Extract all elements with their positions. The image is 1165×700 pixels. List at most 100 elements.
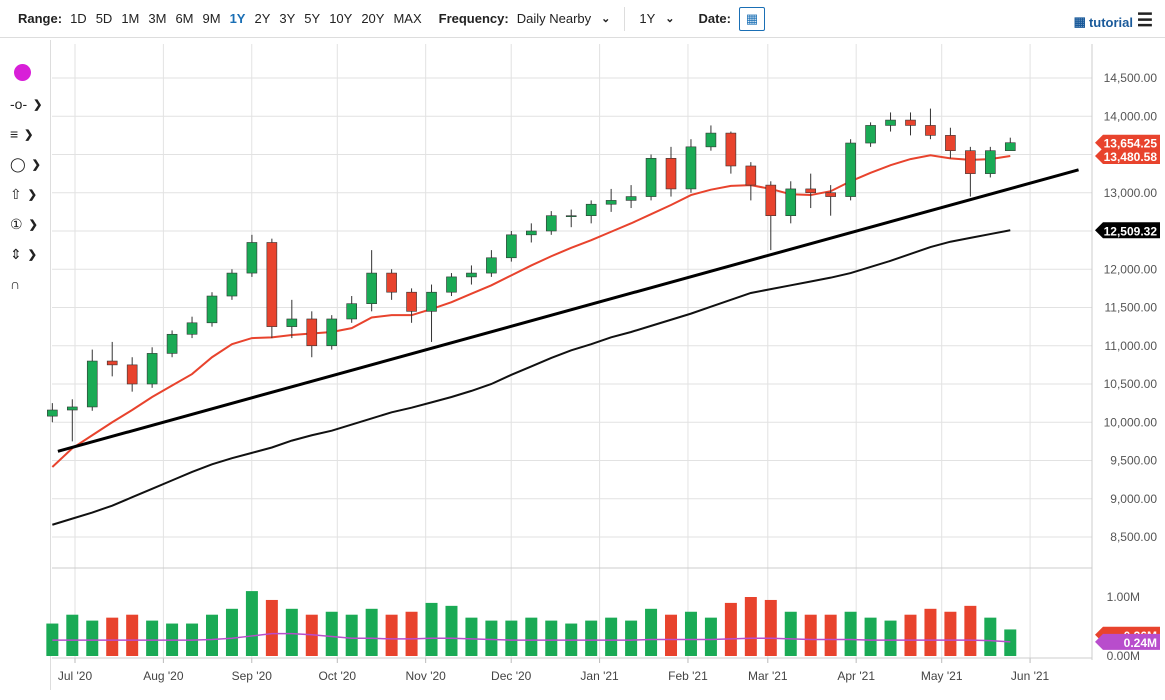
candle (126, 357, 138, 392)
candle-body (506, 234, 517, 259)
y-tick-label: 9,000.00 (1110, 492, 1157, 506)
candle (106, 341, 118, 377)
ma200-tag-text: 12,509.32 (1104, 224, 1158, 238)
candle (565, 209, 577, 228)
candle (965, 146, 976, 197)
y-tick-label: 8,500.00 (1110, 530, 1157, 544)
last-price-tag-text: 13,654.25 (1104, 137, 1158, 151)
candle-body (945, 135, 956, 151)
candle (486, 250, 497, 277)
candle-body (785, 188, 797, 217)
candle-body (545, 215, 557, 232)
y-tick-label: 10,000.00 (1104, 415, 1158, 429)
x-tick-label: Feb '21 (668, 669, 708, 683)
volume-bar (445, 605, 458, 656)
volume-bar (545, 620, 558, 656)
volume-bar (884, 620, 897, 656)
volume-bar (904, 614, 917, 656)
candle-body (685, 146, 697, 190)
candle (705, 125, 717, 151)
candle-body (805, 188, 817, 194)
candle (506, 231, 517, 262)
candle-body (1004, 142, 1016, 151)
candle (226, 269, 238, 300)
volume-bar (385, 614, 398, 656)
y-tick-label: 14,500.00 (1104, 71, 1158, 85)
ma200-tag: 12,509.32 (1095, 222, 1160, 239)
candle-body (106, 360, 118, 366)
candle-body (725, 132, 737, 167)
candle-body (645, 158, 657, 197)
volume-bar (984, 617, 997, 656)
volume-bar (924, 608, 937, 656)
candle-body (605, 200, 617, 205)
price-chart[interactable]: 14,500.0014,000.0013,500.0013,000.0012,5… (0, 0, 1165, 700)
candle-body (565, 215, 577, 217)
volume-bar (505, 620, 518, 656)
candle-body (66, 406, 78, 411)
volume-bar (205, 614, 218, 656)
candle-body (865, 125, 876, 144)
x-tick-label: Mar '21 (748, 669, 788, 683)
x-tick-label: Aug '20 (143, 669, 184, 683)
volume-bar (126, 614, 139, 656)
candle (86, 349, 98, 411)
candle (785, 181, 797, 224)
candle-body (705, 132, 717, 148)
volume-bar (405, 611, 418, 656)
candle-body (426, 291, 437, 312)
candle (186, 316, 198, 339)
candle-body (326, 318, 338, 347)
candle-body (47, 409, 58, 417)
candle (625, 185, 637, 209)
candle (745, 162, 757, 201)
candle (865, 122, 876, 147)
x-tick-label: Jul '20 (58, 669, 93, 683)
candle-body (985, 150, 996, 174)
volume-bar (525, 617, 538, 656)
volume-bar (365, 608, 378, 656)
volume-bar (585, 620, 598, 656)
candle (845, 139, 856, 201)
volume-bar (225, 608, 238, 656)
candle-body (825, 192, 836, 197)
candle-body (745, 165, 757, 186)
candle-body (446, 276, 457, 293)
candle (645, 154, 657, 201)
volume-bar (485, 620, 498, 656)
volume-bar (784, 611, 797, 656)
candle-body (226, 272, 238, 297)
candle-body (186, 322, 198, 335)
x-tick-label: Oct '20 (318, 669, 356, 683)
y-tick-label: 14,000.00 (1104, 109, 1158, 123)
volume-bar (265, 599, 278, 656)
y-tick-label: 11,500.00 (1105, 301, 1158, 315)
volume-bar (744, 597, 757, 656)
volume-bar (645, 608, 658, 656)
candle (805, 173, 817, 209)
candle (66, 399, 78, 442)
volume-bar (764, 599, 777, 656)
last-price-tag: 13,654.25 (1095, 134, 1160, 151)
volume-bar (804, 614, 817, 656)
x-tick-label: Apr '21 (837, 669, 875, 683)
ma50-tag-text: 13,480.58 (1104, 150, 1158, 164)
candle (246, 234, 258, 277)
volume-bar (844, 611, 857, 656)
volume-bar (345, 614, 358, 656)
x-tick-label: Nov '20 (406, 669, 447, 683)
candle-body (585, 203, 597, 217)
candle-body (885, 119, 896, 126)
candle-body (126, 364, 138, 385)
candle (426, 284, 437, 342)
candle-body (366, 272, 377, 304)
volume-bar (684, 611, 697, 656)
candle (286, 299, 298, 339)
candle (406, 288, 417, 323)
candle-body (665, 158, 677, 190)
y-tick-label: 13,000.00 (1104, 186, 1158, 200)
candle (47, 403, 58, 423)
candle-body (146, 353, 158, 385)
candle (1004, 137, 1016, 151)
candle (306, 311, 318, 358)
